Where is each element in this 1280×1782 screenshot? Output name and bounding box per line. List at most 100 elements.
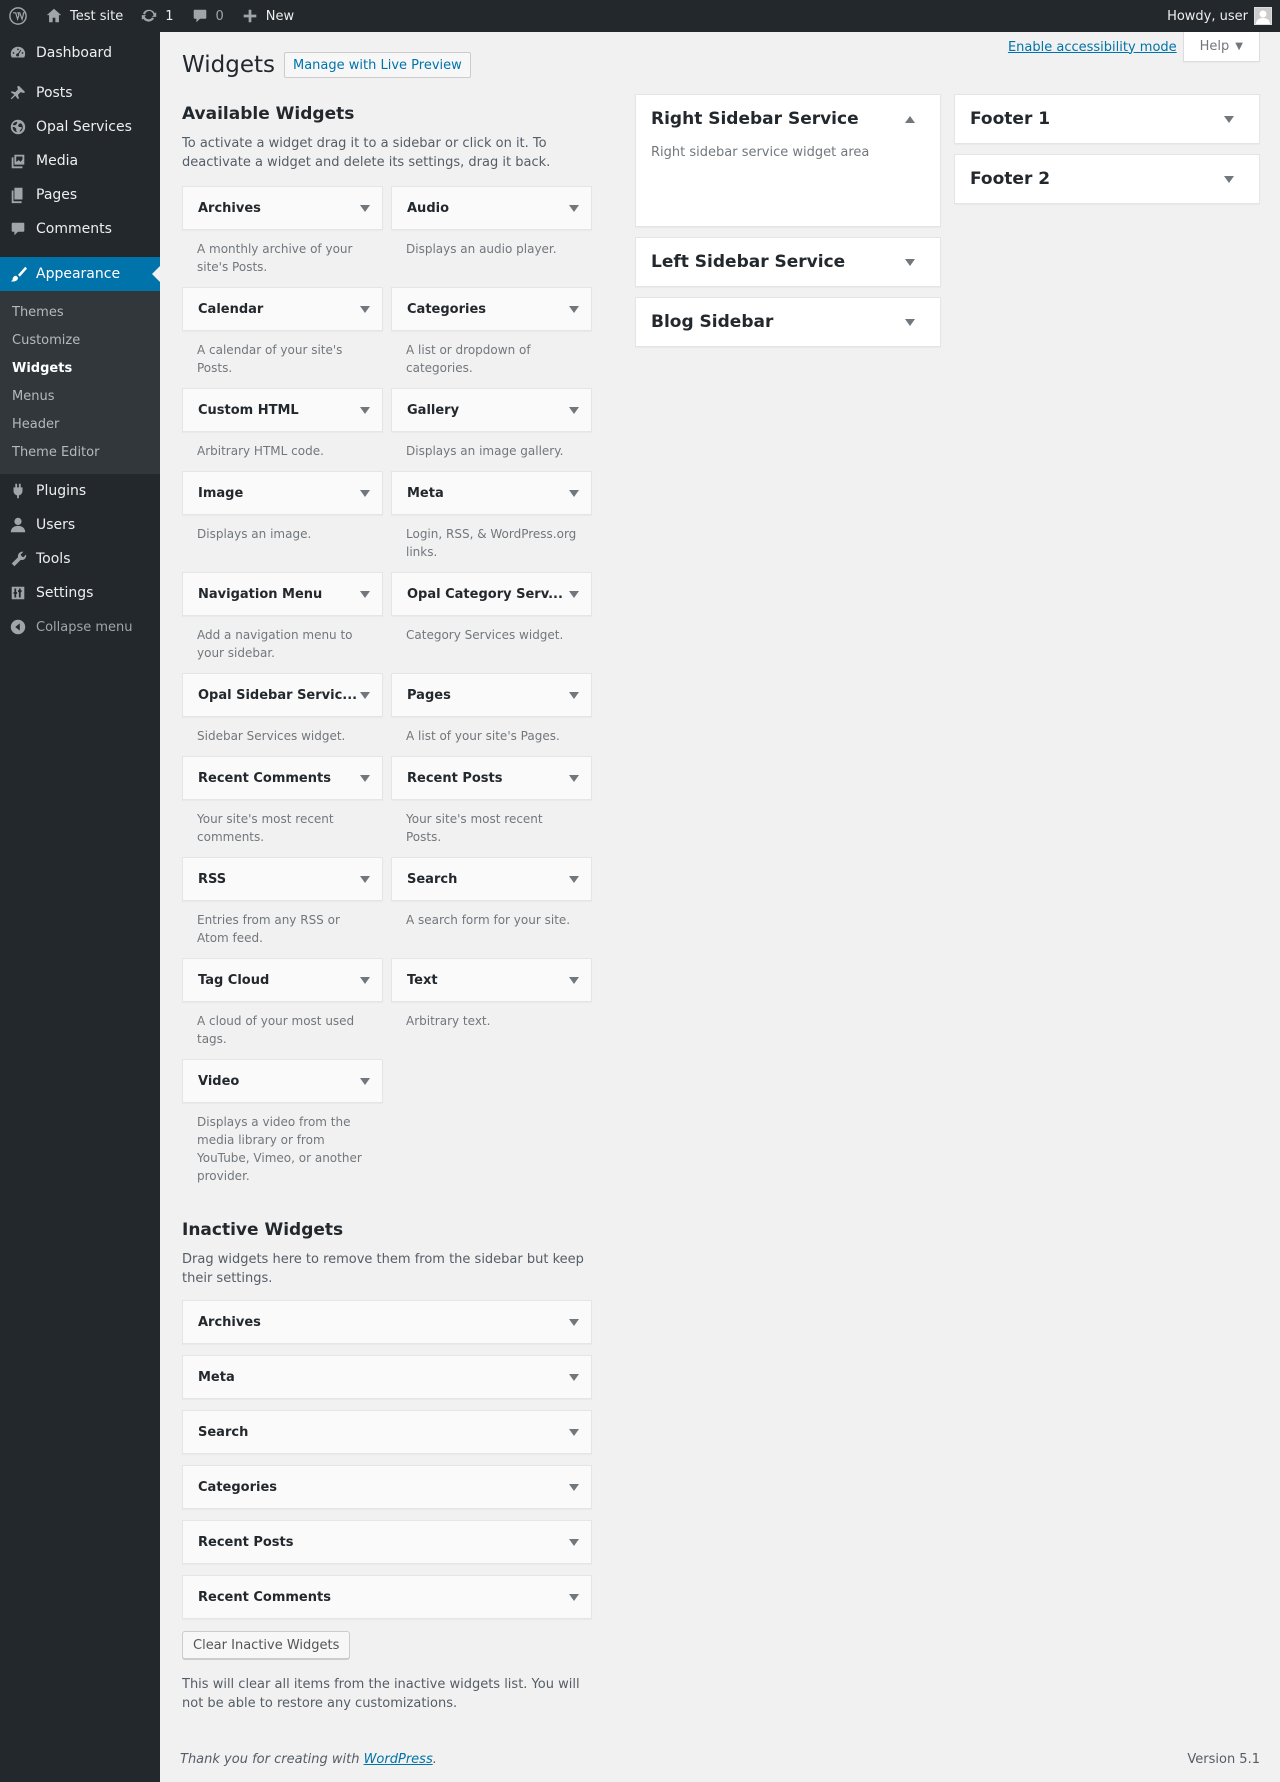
widget-title-bar[interactable]: Recent Comments [182, 756, 383, 800]
howdy-text: Howdy, user [1167, 8, 1248, 24]
menu-item-appearance[interactable]: Appearance [0, 257, 160, 291]
help-tab-button[interactable]: Help ▼ [1182, 32, 1260, 62]
main-content: Enable accessibility mode Help ▼ Widgets… [160, 32, 1280, 1782]
arrow-down-icon [360, 204, 370, 212]
widget-item: Categories A list or dropdown of categori… [391, 287, 592, 388]
wordpress-link[interactable]: WordPress [364, 1752, 433, 1767]
widget-title-bar[interactable]: Gallery [391, 388, 592, 432]
widget-title-bar[interactable]: Archives [182, 186, 383, 230]
inactive-widget-item[interactable]: Meta [182, 1355, 592, 1399]
inactive-widget-item[interactable]: Search [182, 1410, 592, 1454]
inactive-widget-item[interactable]: Archives [182, 1300, 592, 1344]
sidebar-header[interactable]: Right Sidebar Service [636, 95, 940, 143]
inactive-widgets-section: Inactive Widgets Drag widgets here to re… [182, 1220, 592, 1713]
widget-item: Text Arbitrary text. [391, 958, 592, 1059]
inactive-widget-item[interactable]: Recent Comments [182, 1575, 592, 1619]
arrow-down-icon [569, 489, 579, 497]
arrow-down-icon [569, 1483, 579, 1491]
inactive-widget-item[interactable]: Recent Posts [182, 1520, 592, 1564]
sidebar-header[interactable]: Left Sidebar Service [636, 238, 940, 286]
widget-title-bar[interactable]: RSS [182, 857, 383, 901]
arrow-down-icon [569, 305, 579, 313]
submenu-item-header[interactable]: Header [0, 410, 160, 438]
widget-title-bar[interactable]: Meta [391, 471, 592, 515]
widget-name: Meta [198, 1369, 235, 1385]
widget-title-bar[interactable]: Search [391, 857, 592, 901]
updates-link[interactable]: 1 [131, 0, 181, 32]
comments-link[interactable]: 0 [182, 0, 232, 32]
sidebar-right-service: Right Sidebar Service Right sidebar serv… [635, 94, 941, 227]
menu-item-comments[interactable]: Comments [0, 212, 160, 246]
new-content-link[interactable]: New [232, 0, 302, 32]
inactive-widget-item[interactable]: Categories [182, 1465, 592, 1509]
version-text: Version 5.1 [1187, 1752, 1260, 1767]
widget-title-bar[interactable]: Pages [391, 673, 592, 717]
widget-name: RSS [198, 871, 227, 887]
widget-description: A list of your site's Pages. [406, 729, 560, 743]
sidebar-footer-1: Footer 1 [954, 94, 1260, 144]
manage-live-preview-button[interactable]: Manage with Live Preview [283, 52, 471, 78]
menu-item-pages[interactable]: Pages [0, 178, 160, 212]
submenu-item-theme-editor[interactable]: Theme Editor [0, 438, 160, 466]
widget-title-bar[interactable]: Recent Posts [391, 756, 592, 800]
widget-title-bar[interactable]: Calendar [182, 287, 383, 331]
arrow-down-icon [360, 590, 370, 598]
sidebar-blog: Blog Sidebar [635, 297, 941, 347]
updates-count: 1 [165, 8, 174, 24]
widget-title-bar[interactable]: Categories [391, 287, 592, 331]
collapse-arrow-icon [8, 617, 28, 637]
widget-name: Audio [407, 200, 450, 216]
widget-item: Opal Category Serv... Category Services w… [391, 572, 592, 673]
menu-item-opal-services[interactable]: Opal Services [0, 110, 160, 144]
enable-accessibility-mode-link[interactable]: Enable accessibility mode [1008, 40, 1177, 55]
media-icon [8, 151, 28, 171]
comment-icon [8, 219, 28, 239]
arrow-down-icon [360, 691, 370, 699]
menu-item-posts[interactable]: Posts [0, 76, 160, 110]
submenu-item-widgets[interactable]: Widgets [0, 354, 160, 382]
available-widgets-section: Available Widgets To activate a widget d… [182, 104, 592, 1183]
menu-item-tools[interactable]: Tools [0, 542, 160, 576]
menu-item-media[interactable]: Media [0, 144, 160, 178]
user-account-link[interactable]: Howdy, user [1159, 0, 1272, 32]
menu-item-users[interactable]: Users [0, 508, 160, 542]
arrow-down-icon [569, 976, 579, 984]
widget-name: Categories [407, 301, 487, 317]
widget-title-bar[interactable]: Custom HTML [182, 388, 383, 432]
sidebar-header[interactable]: Footer 1 [955, 95, 1259, 143]
widget-description: Category Services widget. [406, 628, 564, 642]
admin-footer: Thank you for creating with WordPress. V… [180, 1752, 1260, 1767]
submenu-item-menus[interactable]: Menus [0, 382, 160, 410]
widget-description: Sidebar Services widget. [197, 729, 346, 743]
menu-label: Collapse menu [36, 619, 133, 635]
menu-item-plugins[interactable]: Plugins [0, 474, 160, 508]
menu-item-dashboard[interactable]: Dashboard [0, 36, 160, 70]
pushpin-icon [8, 83, 28, 103]
wordpress-logo-button[interactable] [0, 0, 36, 32]
site-name-link[interactable]: Test site [36, 0, 131, 32]
submenu-item-themes[interactable]: Themes [0, 298, 160, 326]
widget-title-bar[interactable]: Opal Sidebar Servic... [182, 673, 383, 717]
clear-inactive-widgets-button[interactable]: Clear Inactive Widgets [182, 1631, 351, 1659]
widget-title-bar[interactable]: Audio [391, 186, 592, 230]
pages-icon [8, 185, 28, 205]
footer-period: . [432, 1752, 437, 1767]
sidebar-header[interactable]: Blog Sidebar [636, 298, 940, 346]
arrow-down-icon [360, 1077, 370, 1085]
widget-title-bar[interactable]: Video [182, 1059, 383, 1103]
collapse-menu-button[interactable]: Collapse menu [0, 610, 160, 644]
submenu-item-customize[interactable]: Customize [0, 326, 160, 354]
arrow-down-icon [569, 1428, 579, 1436]
widget-title-bar[interactable]: Opal Category Serv... [391, 572, 592, 616]
widget-title-bar[interactable]: Image [182, 471, 383, 515]
sidebar-header[interactable]: Footer 2 [955, 155, 1259, 203]
sidebars-column-2: Footer 1 Footer 2 [954, 94, 1260, 214]
arrow-down-icon [905, 258, 915, 266]
menu-item-settings[interactable]: Settings [0, 576, 160, 610]
arrow-down-icon [360, 774, 370, 782]
widget-title-bar[interactable]: Tag Cloud [182, 958, 383, 1002]
menu-label: Users [36, 517, 76, 533]
widget-item: Video Displays a video from the media lib… [182, 1059, 383, 1183]
widget-title-bar[interactable]: Text [391, 958, 592, 1002]
widget-title-bar[interactable]: Navigation Menu [182, 572, 383, 616]
